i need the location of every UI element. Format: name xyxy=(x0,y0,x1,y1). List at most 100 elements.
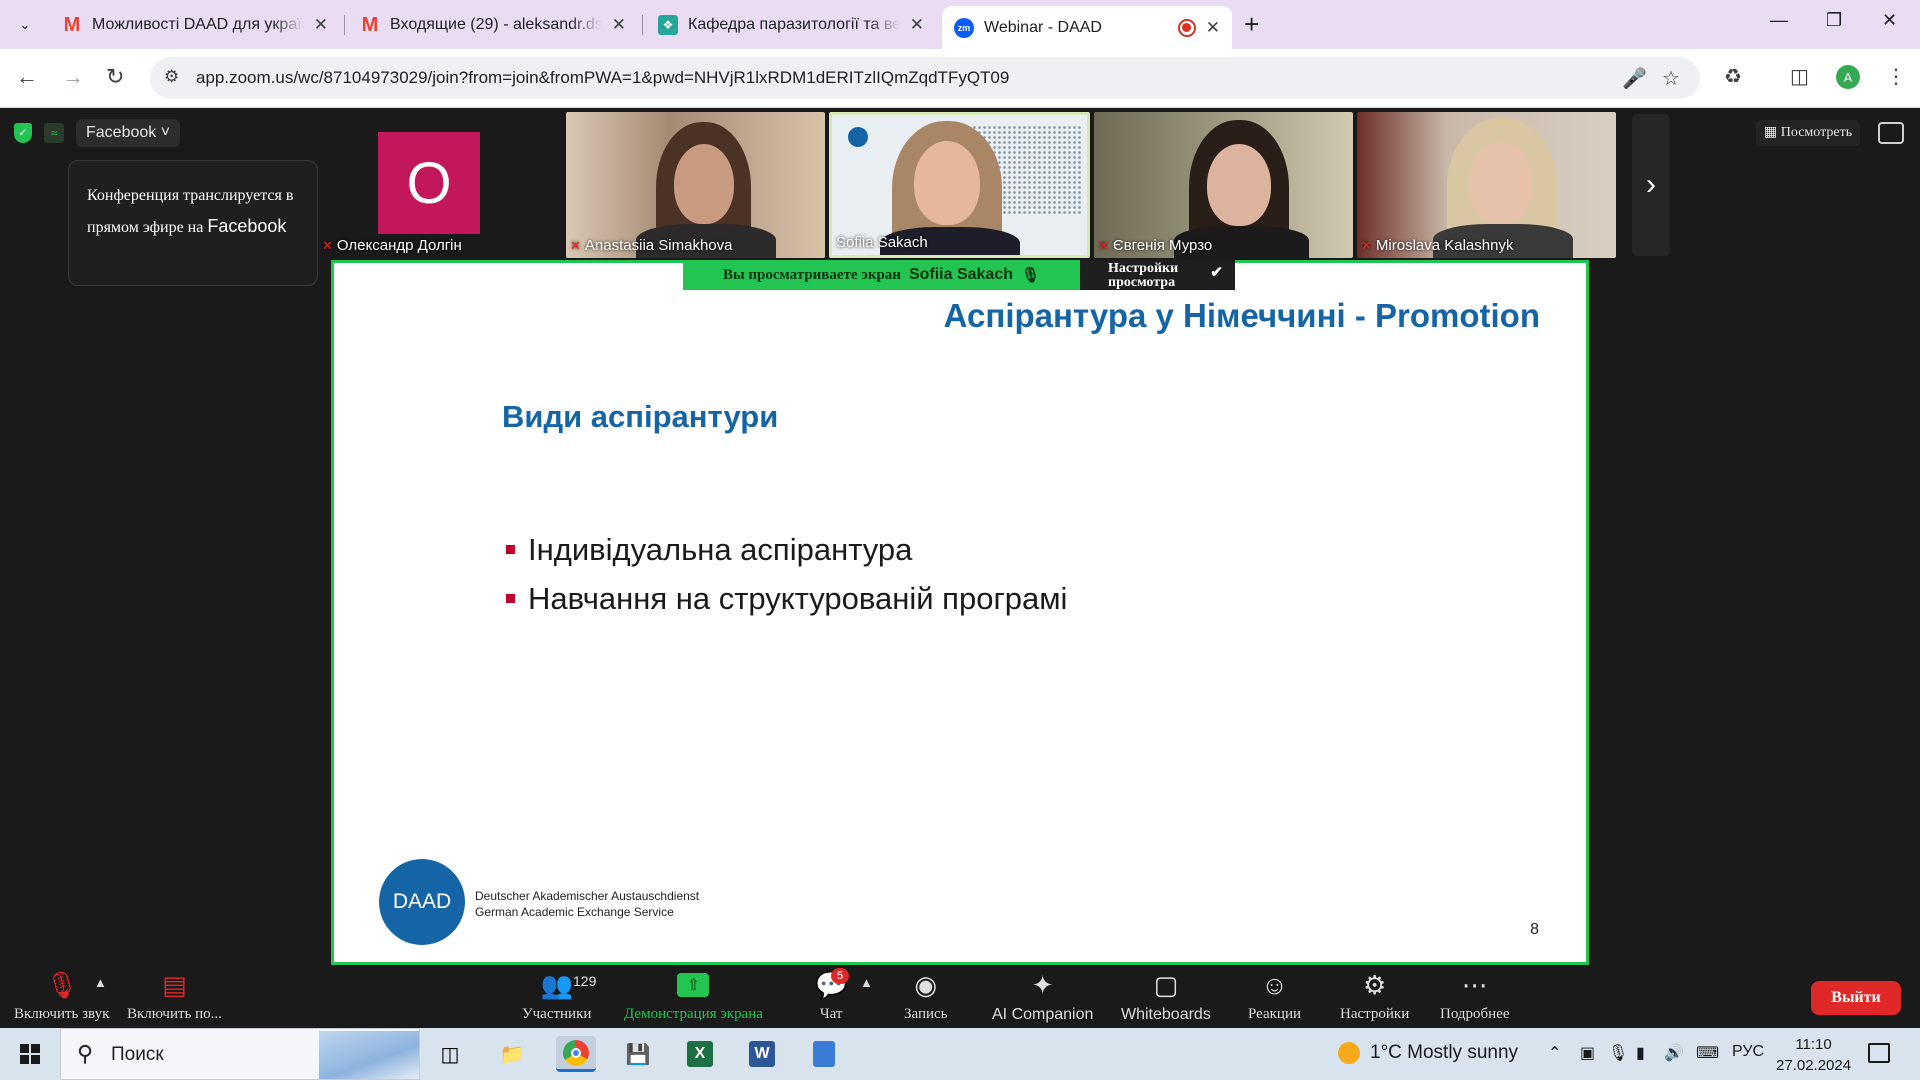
tab-separator xyxy=(344,15,345,35)
save-app-icon[interactable]: 💾 xyxy=(618,1036,658,1072)
volume-icon[interactable]: 🔊 xyxy=(1664,1043,1684,1063)
leave-button[interactable]: Выйти xyxy=(1811,981,1901,1015)
windows-start-icon[interactable] xyxy=(20,1044,40,1064)
participant-tile[interactable]: ✕ Anastasiia Simakhova xyxy=(566,112,825,258)
notification-icon[interactable] xyxy=(1868,1043,1890,1063)
taskbar-clock[interactable]: 11:10 27.02.2024 xyxy=(1776,1034,1851,1076)
list-item: Навчання на структурованій програмі xyxy=(506,574,1067,623)
chrome-icon[interactable] xyxy=(556,1036,596,1072)
meeting-area: ✓ ≈ Facebook ˅ Конференция транслируется… xyxy=(0,108,1920,965)
tab-title: Можливості DAAD для українс xyxy=(92,16,304,33)
gmail-icon: M xyxy=(361,13,379,36)
menu-icon[interactable]: ⋮ xyxy=(1886,64,1906,89)
extensions-icon[interactable]: ♻ xyxy=(1724,64,1742,89)
participant-tile[interactable]: O ✕ Олександр Долгін xyxy=(318,112,562,258)
more-button[interactable]: ⋯ Подробнее xyxy=(1440,969,1510,1023)
tab-separator xyxy=(642,15,643,35)
screen-share-banner: Вы просматриваете экран Sofiia Sakach 🎙 xyxy=(683,260,1080,290)
new-tab-button[interactable]: + xyxy=(1244,11,1259,37)
share-arrow-icon: ⇧ xyxy=(677,973,710,997)
file-explorer-icon[interactable]: 📁 xyxy=(492,1036,532,1072)
video-face xyxy=(674,144,734,224)
muted-mic-icon: ✕ xyxy=(1361,237,1372,253)
back-icon[interactable]: ← xyxy=(16,65,38,89)
reload-icon[interactable]: ↻ xyxy=(106,65,124,89)
browser-tab-strip: ⌄ M Можливості DAAD для українс ✕ M Вход… xyxy=(0,0,1920,49)
participants-icon: 👥 xyxy=(540,970,573,1000)
site-settings-icon[interactable]: ⚙ xyxy=(164,67,179,87)
profile-avatar[interactable]: A xyxy=(1836,65,1860,89)
live-stream-tooltip: Конференция транслируется в прямом эфире… xyxy=(68,160,318,286)
reactions-button[interactable]: ☺ Реакции xyxy=(1248,969,1301,1023)
view-settings-button[interactable]: Настройки просмотра ✔ xyxy=(1080,260,1235,290)
tab-title: Входящие (29) - aleksandr.ds86 xyxy=(390,16,602,33)
wifi-icon[interactable]: ⌨ xyxy=(1696,1043,1719,1063)
minimize-icon[interactable]: — xyxy=(1770,10,1788,31)
participant-name: ✕ Miroslava Kalashnyk xyxy=(1361,237,1514,254)
taskbar-search[interactable]: ⚲ Поиск xyxy=(60,1028,420,1080)
mic-icon: 🎙 xyxy=(1021,267,1041,284)
word-icon[interactable]: W xyxy=(742,1036,782,1072)
live-stream-icon[interactable]: ≈ xyxy=(44,123,64,143)
gallery-view-icon[interactable] xyxy=(1878,122,1904,144)
close-icon[interactable]: ✕ xyxy=(612,15,626,35)
record-button[interactable]: ◉ Запись xyxy=(904,969,948,1023)
excel-icon[interactable]: X xyxy=(680,1036,720,1072)
chevron-up-icon[interactable]: ▲ xyxy=(860,975,873,990)
chevron-up-icon[interactable]: ▲ xyxy=(94,975,107,990)
daad-logo: DAAD xyxy=(379,859,465,945)
gear-icon: ⚙ xyxy=(1362,970,1387,1000)
video-face xyxy=(1469,142,1533,224)
tooltip-brand: Facebook xyxy=(207,216,287,236)
participant-name: Sofiia Sakach xyxy=(836,234,928,251)
close-icon[interactable]: ✕ xyxy=(1206,18,1220,38)
close-icon[interactable]: ✕ xyxy=(314,15,328,35)
language-indicator[interactable]: РУС xyxy=(1732,1043,1764,1061)
microphone-icon[interactable]: 🎤 xyxy=(1622,66,1647,91)
whiteboard-icon: ▢ xyxy=(1153,970,1179,1000)
share-screen-button[interactable]: ⇧ Демонстрация экрана xyxy=(624,969,763,1023)
calculator-icon[interactable] xyxy=(804,1036,844,1072)
view-button[interactable]: ▦ Посмотреть xyxy=(1756,120,1861,146)
microphone-icon[interactable]: 🎙 xyxy=(1608,1043,1628,1063)
side-panel-icon[interactable]: ◫ xyxy=(1790,64,1809,89)
browser-tab-webinar[interactable]: zm Webinar - DAAD ✕ xyxy=(942,6,1232,49)
browser-tab-inbox[interactable]: M Входящие (29) - aleksandr.ds86 ✕ xyxy=(348,7,638,43)
avatar: O xyxy=(378,132,480,234)
bookmark-star-icon[interactable]: ☆ xyxy=(1662,66,1680,91)
chevron-down-icon: ✔ xyxy=(1210,265,1223,281)
browser-tab-department[interactable]: ❖ Кафедра паразитології та вете ✕ xyxy=(646,7,936,43)
chevron-down-icon: ˅ xyxy=(160,124,171,141)
ai-companion-button[interactable]: ✦ AI Companion xyxy=(992,969,1093,1024)
video-off-icon: ▤ xyxy=(162,970,187,1000)
more-icon: ⋯ xyxy=(1461,970,1488,1000)
participant-tile-speaking[interactable]: Sofiia Sakach xyxy=(829,112,1090,258)
forward-icon[interactable]: → xyxy=(62,65,84,89)
chat-unread-badge: 5 xyxy=(831,968,849,984)
weather-widget[interactable]: 1°C Mostly sunny xyxy=(1338,1042,1518,1064)
whiteboards-button[interactable]: ▢ Whiteboards xyxy=(1121,969,1211,1024)
address-bar[interactable]: ⚙ app.zoom.us/wc/87104973029/join?from=j… xyxy=(150,57,1700,99)
browser-tab-daad-mail[interactable]: M Можливості DAAD для українс ✕ xyxy=(50,7,340,43)
next-page-chevron-icon[interactable]: › xyxy=(1632,114,1670,256)
chevron-up-icon[interactable]: ⌃ xyxy=(1548,1043,1561,1063)
close-icon[interactable]: ✕ xyxy=(910,15,924,35)
browser-toolbar: ← → ↻ ⚙ app.zoom.us/wc/87104973029/join?… xyxy=(0,49,1920,108)
settings-button[interactable]: ⚙ Настройки xyxy=(1340,969,1409,1023)
windows-taskbar: ⚲ Поиск ◫ 📁 💾 X W 1°C Mostly sunny ⌃ ▣ 🎙… xyxy=(0,1028,1920,1080)
battery-icon[interactable]: ▮ xyxy=(1636,1043,1645,1063)
camera-icon[interactable]: ▣ xyxy=(1580,1043,1595,1063)
restore-icon[interactable]: ❐ xyxy=(1826,10,1842,31)
chevron-down-icon: ⌄ xyxy=(19,17,31,32)
live-stream-pill[interactable]: Facebook ˅ xyxy=(76,119,181,147)
muted-mic-icon: 🎙 xyxy=(45,970,79,1000)
url-text[interactable]: app.zoom.us/wc/87104973029/join?from=joi… xyxy=(196,68,1009,88)
participant-tile[interactable]: ✕ Miroslava Kalashnyk xyxy=(1357,112,1616,258)
security-shield-icon[interactable]: ✓ xyxy=(14,123,32,143)
participant-tile[interactable]: ✕ Євгенія Мурзо xyxy=(1094,112,1353,258)
start-video-button[interactable]: ▤ Включить по... xyxy=(127,969,222,1023)
daad-mini-logo xyxy=(848,127,868,147)
task-view-icon[interactable]: ◫ xyxy=(430,1036,470,1072)
close-window-icon[interactable]: ✕ xyxy=(1882,10,1897,31)
tab-search-button[interactable]: ⌄ xyxy=(10,10,40,40)
